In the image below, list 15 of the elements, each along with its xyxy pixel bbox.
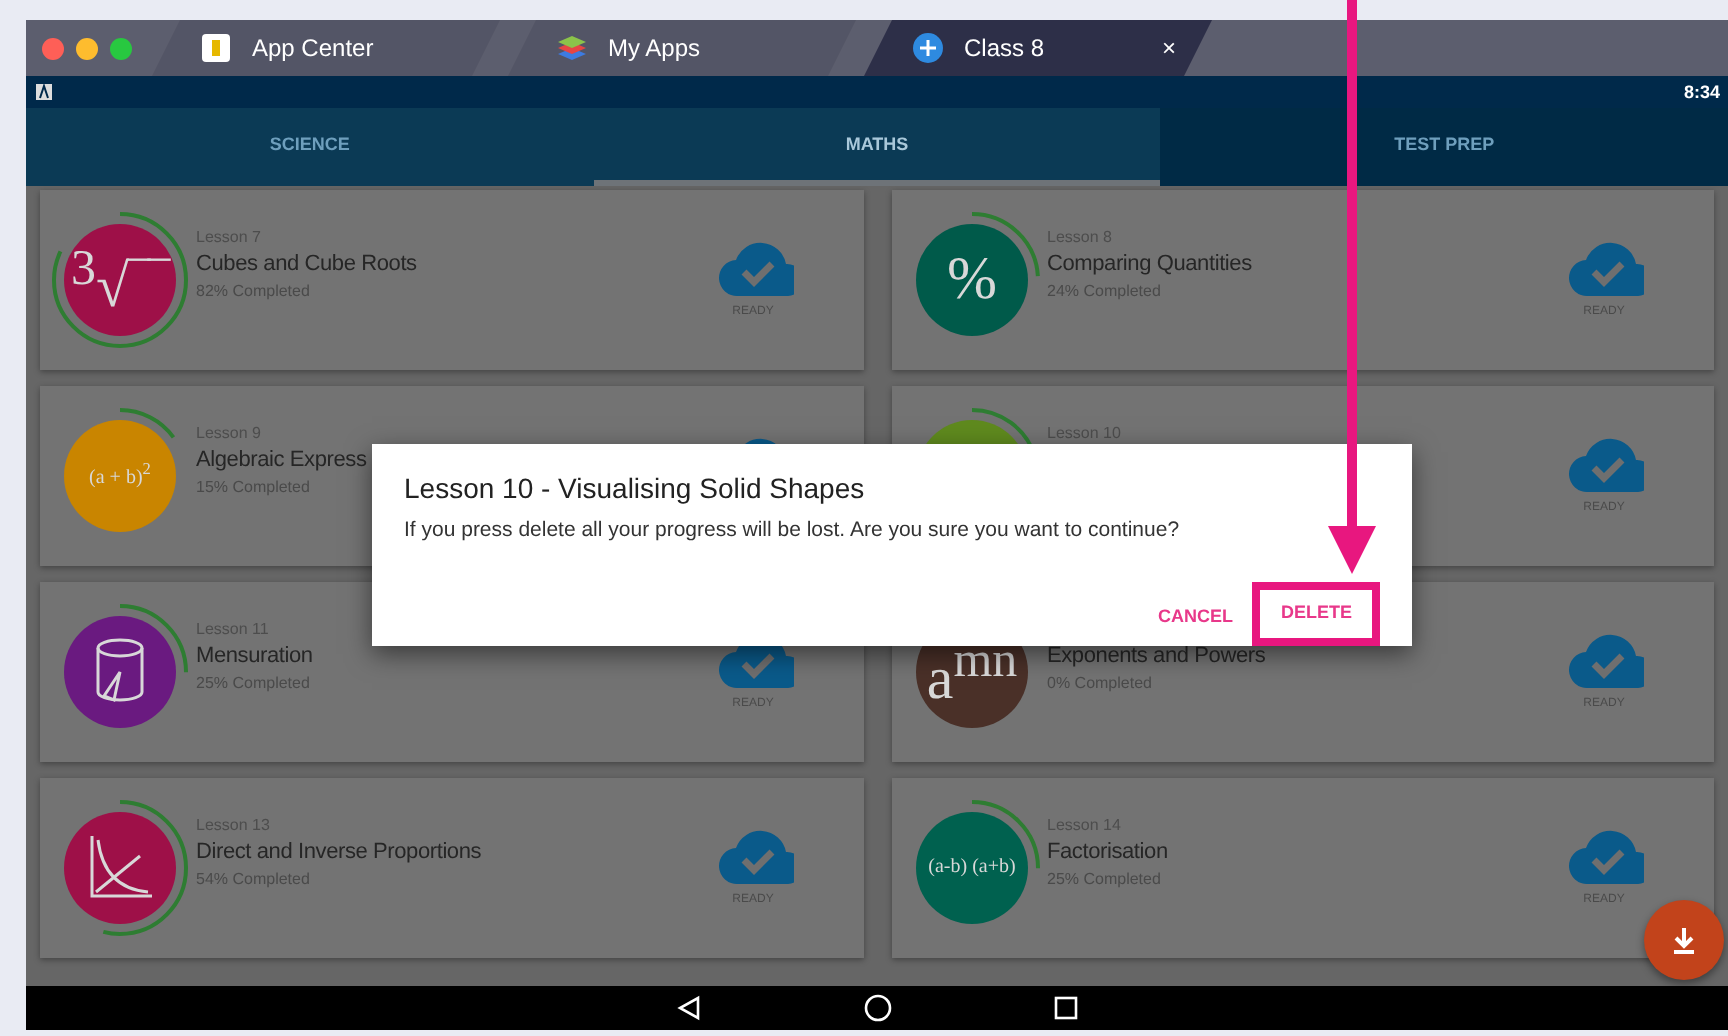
- status-time: 8:34: [1683, 82, 1720, 102]
- badge-symbol: a$^{mn}$: [925, 635, 1017, 709]
- dialog-message: If you press delete all your progress will be lost. Are you sure you want to continue?: [404, 518, 1182, 542]
- lesson-title: Algebraic Express: [196, 448, 367, 472]
- badge-symbol: (a + b)$^{2}$: [89, 462, 151, 490]
- badge-symbol: $^{3}$√‾‾: [71, 243, 169, 317]
- lesson-title: Direct and Inverse Proportions: [196, 840, 482, 864]
- badge-symbol: (a-b) (a+b): [927, 858, 1015, 878]
- lesson-title: Mensuration: [196, 644, 313, 668]
- lesson-title: Comparing Quantities: [1047, 252, 1252, 276]
- dialog-title: Lesson 10 - Visualising Solid Shapes: [404, 472, 867, 504]
- lesson-title: Factorisation: [1047, 840, 1168, 864]
- lesson-title: Cubes and Cube Roots: [196, 252, 417, 276]
- badge-symbol: %: [946, 250, 996, 310]
- lesson-title: Exponents and Powers: [1047, 644, 1266, 668]
